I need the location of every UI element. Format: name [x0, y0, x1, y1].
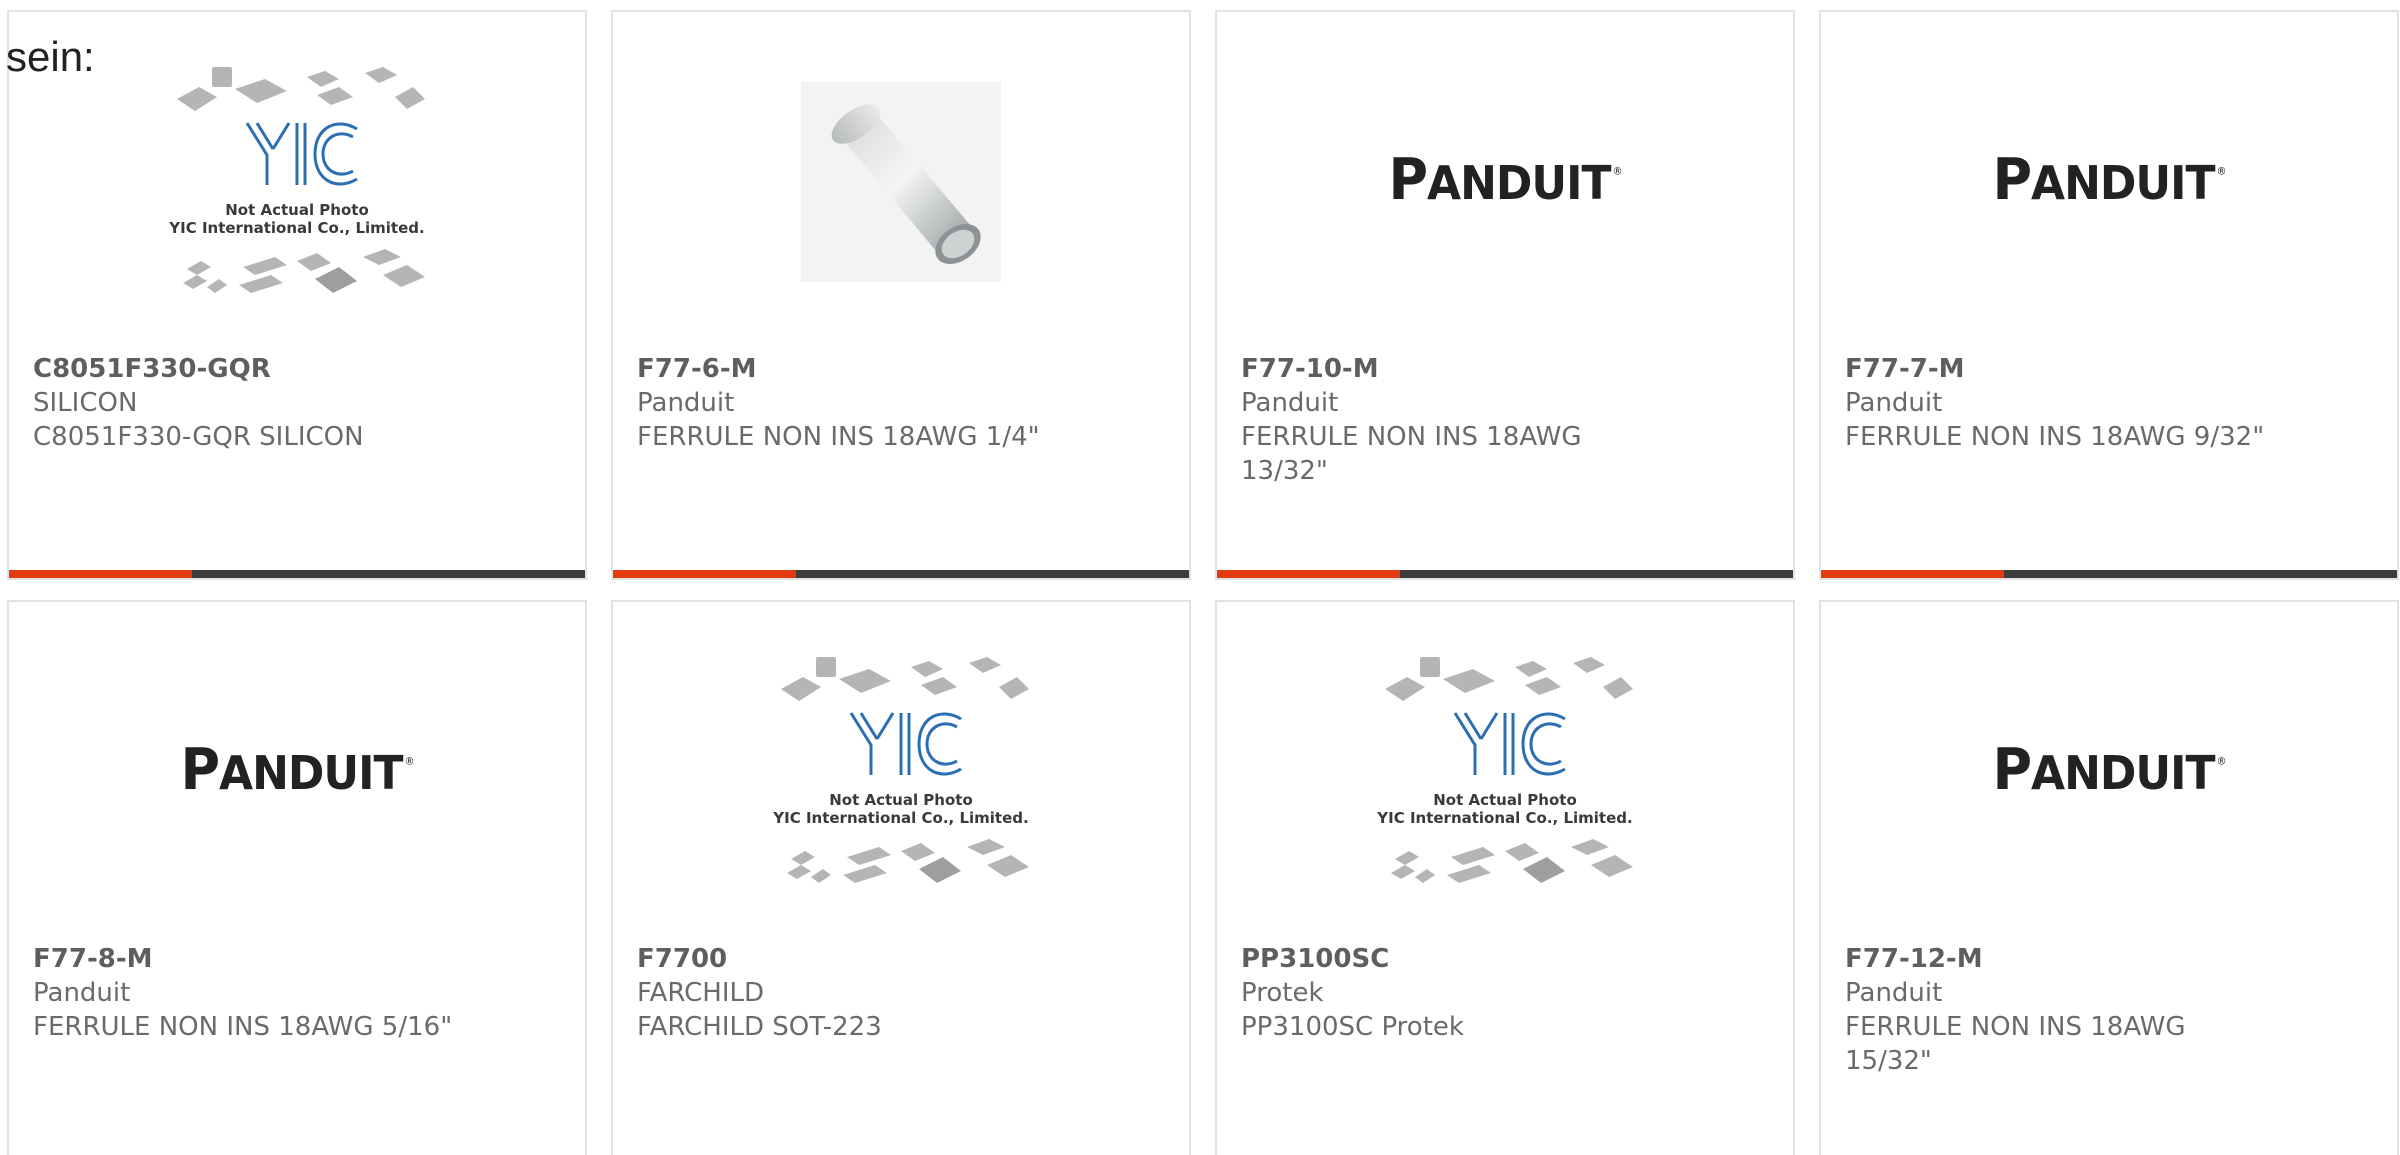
product-description: FERRULE NON INS 18AWG 9/32" — [1845, 422, 2265, 452]
placeholder-line-1: Not Actual Photo — [1433, 791, 1577, 809]
manufacturer: Panduit — [1845, 978, 1943, 1008]
intro-text: sein: — [6, 33, 95, 80]
panduit-logo: P ANDUIT ® — [1992, 146, 2226, 213]
part-number[interactable]: F77-6-M — [637, 352, 1167, 386]
card-footer-bar — [1217, 570, 1793, 578]
card-footer-accent — [1217, 570, 1400, 578]
product-image[interactable]: P ANDUIT ® — [1821, 12, 2397, 352]
card-footer-accent — [613, 570, 796, 578]
manufacturer: SILICON — [33, 388, 138, 418]
yic-placeholder-image: Not Actual Photo YIC International Co., … — [772, 657, 1029, 883]
product-card[interactable]: P ANDUIT ® F77-8-M Panduit FERRULE NON INS… — [7, 600, 587, 1155]
product-image[interactable]: P ANDUIT ® — [1217, 12, 1793, 352]
product-image[interactable]: Not Actual Photo YIC International Co., … — [613, 602, 1189, 942]
manufacturer: Panduit — [1241, 388, 1339, 418]
product-image[interactable]: Not Actual Photo YIC International Co., … — [1217, 602, 1793, 942]
product-card[interactable]: P ANDUIT ® F77-7-M Panduit FERRULE NON INS… — [1819, 10, 2399, 580]
product-card[interactable]: P ANDUIT ® F77-12-M Panduit FERRULE NON IN… — [1819, 600, 2399, 1155]
product-description: C8051F330-GQR SILICON — [33, 422, 364, 452]
product-card[interactable]: F77-6-M Panduit FERRULE NON INS 18AWG 1/… — [611, 10, 1191, 580]
product-card[interactable]: Not Actual Photo YIC International Co., … — [7, 10, 587, 580]
part-number[interactable]: F77-12-M — [1845, 942, 2375, 976]
product-description: FARCHILD SOT-223 — [637, 1012, 882, 1042]
part-number[interactable]: F77-8-M — [33, 942, 563, 976]
placeholder-line-1: Not Actual Photo — [829, 791, 973, 809]
product-description: FERRULE NON INS 18AWG 13/32" — [1241, 422, 1582, 486]
part-number[interactable]: F77-10-M — [1241, 352, 1771, 386]
product-description: PP3100SC Protek — [1241, 1012, 1464, 1042]
product-card[interactable]: P ANDUIT ® F77-10-M Panduit FERRULE NON IN… — [1215, 10, 1795, 580]
product-image[interactable]: P ANDUIT ® — [1821, 602, 2397, 942]
manufacturer: Panduit — [637, 388, 735, 418]
manufacturer: Protek — [1241, 978, 1324, 1008]
part-number[interactable]: F77-7-M — [1845, 352, 2375, 386]
yic-placeholder-image: Not Actual Photo YIC International Co., … — [168, 67, 425, 293]
product-card[interactable]: Not Actual Photo YIC International Co., … — [1215, 600, 1795, 1155]
panduit-logo: P ANDUIT ® — [1388, 146, 1622, 213]
part-number[interactable]: PP3100SC — [1241, 942, 1771, 976]
product-grid-page: sein: Not Actual Photo YIC International… — [0, 0, 2400, 1155]
panduit-logo: P ANDUIT ® — [1992, 736, 2226, 803]
product-description: FERRULE NON INS 18AWG 1/4" — [637, 422, 1040, 452]
card-footer-accent — [1821, 570, 2004, 578]
part-number[interactable]: F7700 — [637, 942, 1167, 976]
ferrule-photo — [801, 82, 1001, 282]
card-footer-bar — [1821, 570, 2397, 578]
placeholder-line-2: YIC International Co., Limited. — [168, 219, 424, 237]
product-description: FERRULE NON INS 18AWG 15/32" — [1845, 1012, 2186, 1076]
product-card[interactable]: Not Actual Photo YIC International Co., … — [611, 600, 1191, 1155]
card-footer-accent — [9, 570, 192, 578]
product-image[interactable]: P ANDUIT ® — [9, 602, 585, 942]
yic-placeholder-image: Not Actual Photo YIC International Co., … — [1376, 657, 1633, 883]
placeholder-line-1: Not Actual Photo — [225, 201, 369, 219]
card-footer-bar — [613, 570, 1189, 578]
panduit-logo: P ANDUIT ® — [180, 736, 414, 803]
manufacturer: Panduit — [33, 978, 131, 1008]
part-number[interactable]: C8051F330-GQR — [33, 352, 563, 386]
card-footer-bar — [9, 570, 585, 578]
product-image[interactable] — [613, 12, 1189, 352]
manufacturer: FARCHILD — [637, 978, 765, 1008]
placeholder-line-2: YIC International Co., Limited. — [1376, 809, 1632, 827]
placeholder-line-2: YIC International Co., Limited. — [772, 809, 1028, 827]
product-description: FERRULE NON INS 18AWG 5/16" — [33, 1012, 453, 1042]
manufacturer: Panduit — [1845, 388, 1943, 418]
product-image[interactable]: Not Actual Photo YIC International Co., … — [9, 12, 585, 352]
